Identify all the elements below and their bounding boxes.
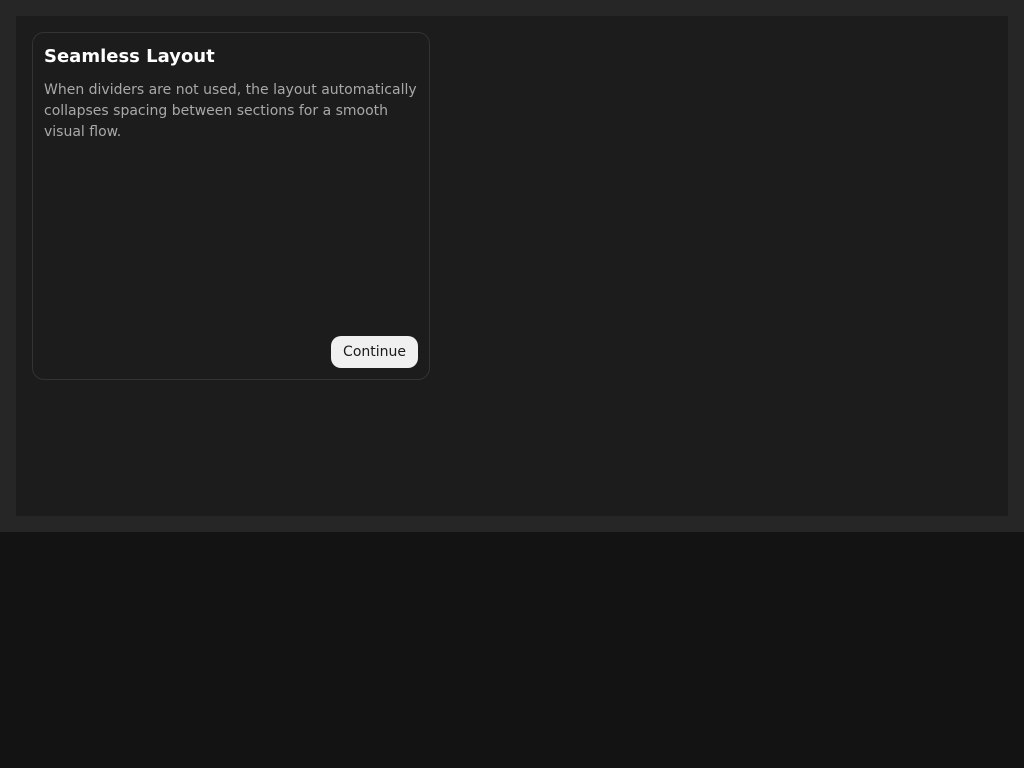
continue-button[interactable]: Continue: [331, 336, 418, 368]
card-title: Seamless Layout: [44, 46, 215, 67]
preview-canvas: Seamless Layout When dividers are not us…: [16, 16, 1008, 516]
card-description: When dividers are not used, the layout a…: [44, 82, 417, 140]
seamless-layout-card: Seamless Layout When dividers are not us…: [32, 32, 430, 380]
preview-frame: Seamless Layout When dividers are not us…: [0, 0, 1024, 532]
